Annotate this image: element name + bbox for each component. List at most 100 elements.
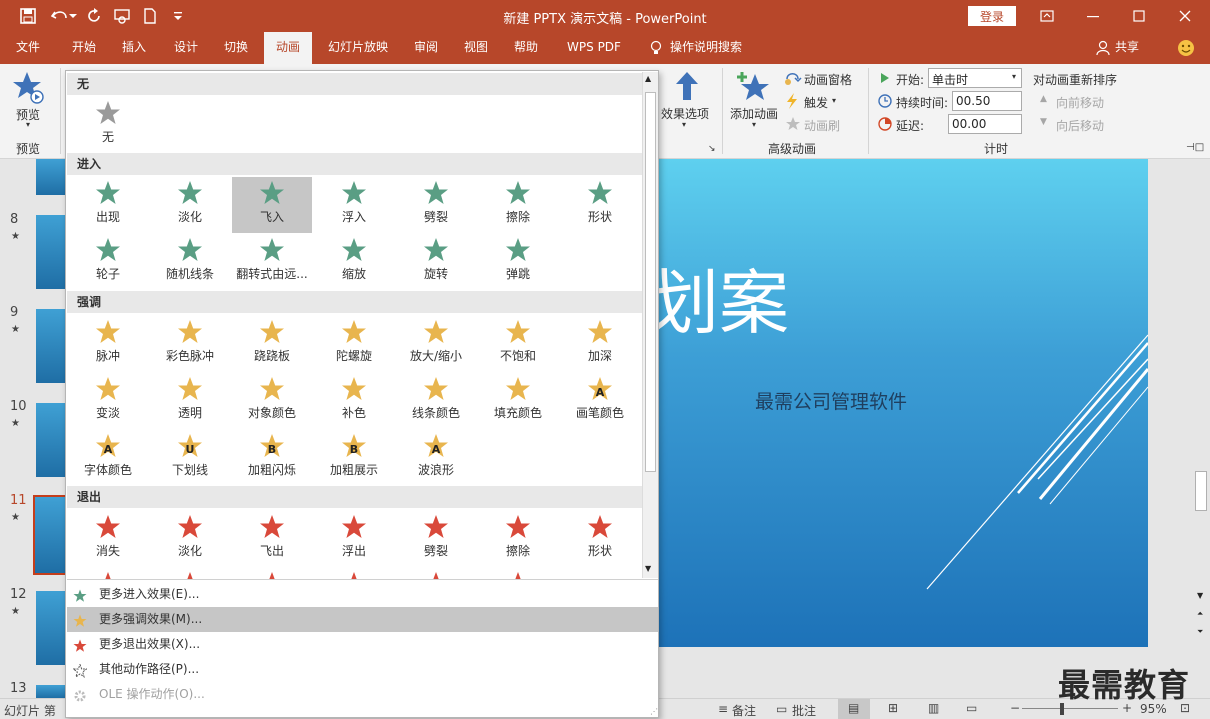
effect-gallery.emph_items.18[interactable]: A 波浪形 bbox=[396, 430, 476, 486]
gallery-scrollbar[interactable]: ▲ ▼ bbox=[642, 72, 658, 578]
effect-gallery.enter_items.8[interactable]: 随机线条 bbox=[150, 234, 230, 290]
undo-icon[interactable] bbox=[50, 6, 70, 26]
tab-file[interactable]: 文件 bbox=[6, 32, 50, 64]
start-select[interactable]: 单击时 bbox=[928, 68, 1022, 88]
close-icon[interactable] bbox=[1162, 0, 1208, 32]
slide-thumbnail[interactable] bbox=[36, 309, 66, 383]
effect-gallery.emph_items.16[interactable]: B 加粗闪烁 bbox=[232, 430, 312, 486]
scroll-down-icon[interactable]: ▼ bbox=[1197, 591, 1203, 600]
customize-toolbar-icon[interactable] bbox=[168, 6, 188, 26]
effect-gallery.exit_items.6[interactable]: 形状 bbox=[560, 511, 640, 567]
reading-view-icon[interactable]: ▥ bbox=[928, 701, 939, 715]
effect-gallery.enter_items.7[interactable]: 轮子 bbox=[68, 234, 148, 290]
duration-input[interactable]: 00.50 bbox=[952, 91, 1022, 111]
tab-help[interactable]: 帮助 bbox=[504, 32, 548, 64]
effect-gallery.emph_items.0[interactable]: 脉冲 bbox=[68, 316, 148, 372]
gallery-scroll-up-icon[interactable]: ▲ bbox=[645, 74, 651, 83]
pin-ribbon-icon[interactable]: ⊣□ bbox=[1186, 142, 1204, 153]
exit-effect-partial[interactable] bbox=[150, 571, 230, 579]
zoom-out-icon[interactable]: − bbox=[1010, 701, 1020, 715]
resize-grip-icon[interactable]: ⋰ bbox=[650, 707, 658, 716]
slide-thumbnail[interactable] bbox=[36, 159, 66, 195]
effect-gallery.emph_items.3[interactable]: 陀螺旋 bbox=[314, 316, 394, 372]
effect-gallery.enter_items.9[interactable]: 翻转式由远... bbox=[232, 234, 312, 290]
effect-options-dropdown-icon[interactable]: ▾ bbox=[682, 120, 686, 129]
comments-button[interactable]: 批注 bbox=[792, 702, 816, 719]
minimize-icon[interactable] bbox=[1070, 0, 1116, 32]
effect-gallery.emph_items.17[interactable]: B 加粗展示 bbox=[314, 430, 394, 486]
effect-gallery.emph_items.5[interactable]: 不饱和 bbox=[478, 316, 558, 372]
tab-transitions[interactable]: 切换 bbox=[214, 32, 258, 64]
exit-effect-partial[interactable] bbox=[396, 571, 476, 579]
effect-gallery.emph_items.2[interactable]: 跷跷板 bbox=[232, 316, 312, 372]
slide-thumbnail[interactable] bbox=[36, 591, 66, 665]
effect-gallery.exit_items.0[interactable]: 消失 bbox=[68, 511, 148, 567]
effect-gallery.enter_items.3[interactable]: 浮入 bbox=[314, 177, 394, 233]
effect-gallery.exit_items.5[interactable]: 擦除 bbox=[478, 511, 558, 567]
effect-gallery.enter_items.4[interactable]: 劈裂 bbox=[396, 177, 476, 233]
effect-gallery.emph_items.6[interactable]: 加深 bbox=[560, 316, 640, 372]
start-select-dropdown-icon[interactable]: ▾ bbox=[1012, 72, 1016, 81]
ribbon-display-options-icon[interactable] bbox=[1024, 0, 1070, 32]
exit-effect-partial[interactable] bbox=[68, 571, 148, 579]
effect-gallery.emph_items.9[interactable]: 对象颜色 bbox=[232, 373, 312, 429]
effect-gallery.emph_items.4[interactable]: 放大/缩小 bbox=[396, 316, 476, 372]
more-entrance-effects[interactable]: 更多进入效果(E)... bbox=[67, 582, 658, 607]
exit-effect-partial[interactable] bbox=[314, 571, 394, 579]
trigger-lightning-icon[interactable] bbox=[786, 93, 798, 112]
tab-animations[interactable]: 动画 bbox=[264, 32, 312, 64]
slide-sorter-icon[interactable]: ⊞ bbox=[888, 701, 898, 715]
user-icon[interactable] bbox=[1094, 32, 1112, 64]
effect-gallery.emph_items.15[interactable]: U 下划线 bbox=[150, 430, 230, 486]
trigger-dropdown-icon[interactable]: ▾ bbox=[832, 96, 836, 105]
more-emphasis-effects[interactable]: 更多强调效果(M)... bbox=[67, 607, 658, 632]
effect-gallery.exit_items.3[interactable]: 浮出 bbox=[314, 511, 394, 567]
scrollbar-thumb[interactable] bbox=[1195, 471, 1207, 511]
effect-gallery.none_items.0[interactable]: 无 bbox=[68, 97, 148, 153]
animation-pane-icon[interactable] bbox=[784, 70, 802, 89]
zoom-slider[interactable] bbox=[1022, 708, 1118, 709]
other-motion-paths[interactable]: 其他动作路径(P)... bbox=[67, 657, 658, 682]
tab-slideshow[interactable]: 幻灯片放映 bbox=[322, 32, 394, 64]
preview-dropdown-icon[interactable]: ▾ bbox=[26, 120, 30, 129]
tab-wps-pdf[interactable]: WPS PDF bbox=[560, 32, 628, 64]
animation-pane-button[interactable]: 动画窗格 bbox=[804, 71, 852, 88]
delay-input[interactable]: 00.00 bbox=[948, 114, 1022, 134]
add-animation-dropdown-icon[interactable]: ▾ bbox=[752, 120, 756, 129]
gallery-scrollbar-thumb[interactable] bbox=[645, 92, 656, 472]
login-button[interactable]: 登录 bbox=[968, 6, 1016, 26]
effect-gallery.emph_items.7[interactable]: 变淡 bbox=[68, 373, 148, 429]
effect-gallery.enter_items.6[interactable]: 形状 bbox=[560, 177, 640, 233]
tab-home[interactable]: 开始 bbox=[62, 32, 106, 64]
effect-gallery.emph_items.1[interactable]: 彩色脉冲 bbox=[150, 316, 230, 372]
exit-effect-partial[interactable] bbox=[232, 571, 312, 579]
trigger-button[interactable]: 触发 bbox=[804, 94, 828, 111]
exit-effect-partial[interactable] bbox=[478, 571, 558, 579]
save-icon[interactable] bbox=[18, 6, 38, 26]
slide-thumbnail[interactable] bbox=[36, 685, 66, 698]
slide-thumbnail[interactable] bbox=[36, 403, 66, 477]
effect-gallery.enter_items.1[interactable]: 淡化 bbox=[150, 177, 230, 233]
maximize-icon[interactable] bbox=[1116, 0, 1162, 32]
effect-gallery.enter_items.2[interactable]: 飞入 bbox=[232, 177, 312, 233]
share-button[interactable]: 共享 bbox=[1112, 32, 1142, 64]
previous-slide-icon[interactable]: ⏶ bbox=[1197, 609, 1203, 619]
smiley-icon[interactable] bbox=[1176, 32, 1196, 64]
effect-gallery.emph_items.8[interactable]: 透明 bbox=[150, 373, 230, 429]
gallery-scroll-down-icon[interactable]: ▼ bbox=[645, 564, 651, 573]
effect-gallery.exit_items.1[interactable]: 淡化 bbox=[150, 511, 230, 567]
ole-action-verbs[interactable]: OLE 操作动作(O)... bbox=[67, 682, 658, 707]
effect-gallery.emph_items.12[interactable]: 填充颜色 bbox=[478, 373, 558, 429]
effect-options-arrow-icon[interactable] bbox=[674, 70, 700, 105]
effect-gallery.exit_items.4[interactable]: 劈裂 bbox=[396, 511, 476, 567]
slide-canvas[interactable]: 划案 最需公司管理软件 bbox=[620, 159, 1148, 647]
more-exit-effects[interactable]: 更多退出效果(X)... bbox=[67, 632, 658, 657]
editor-scrollbar[interactable]: ▼ ⏶ ⏷ bbox=[1193, 159, 1210, 698]
start-slideshow-icon[interactable] bbox=[112, 6, 132, 26]
tab-insert[interactable]: 插入 bbox=[112, 32, 156, 64]
dialog-launcher-icon[interactable]: ↘ bbox=[708, 144, 716, 154]
effect-gallery.emph_items.13[interactable]: A 画笔颜色 bbox=[560, 373, 640, 429]
new-file-icon[interactable] bbox=[140, 6, 160, 26]
slide-thumbnail-selected[interactable] bbox=[33, 495, 67, 575]
animation-painter-button[interactable]: 动画刷 bbox=[804, 117, 840, 134]
